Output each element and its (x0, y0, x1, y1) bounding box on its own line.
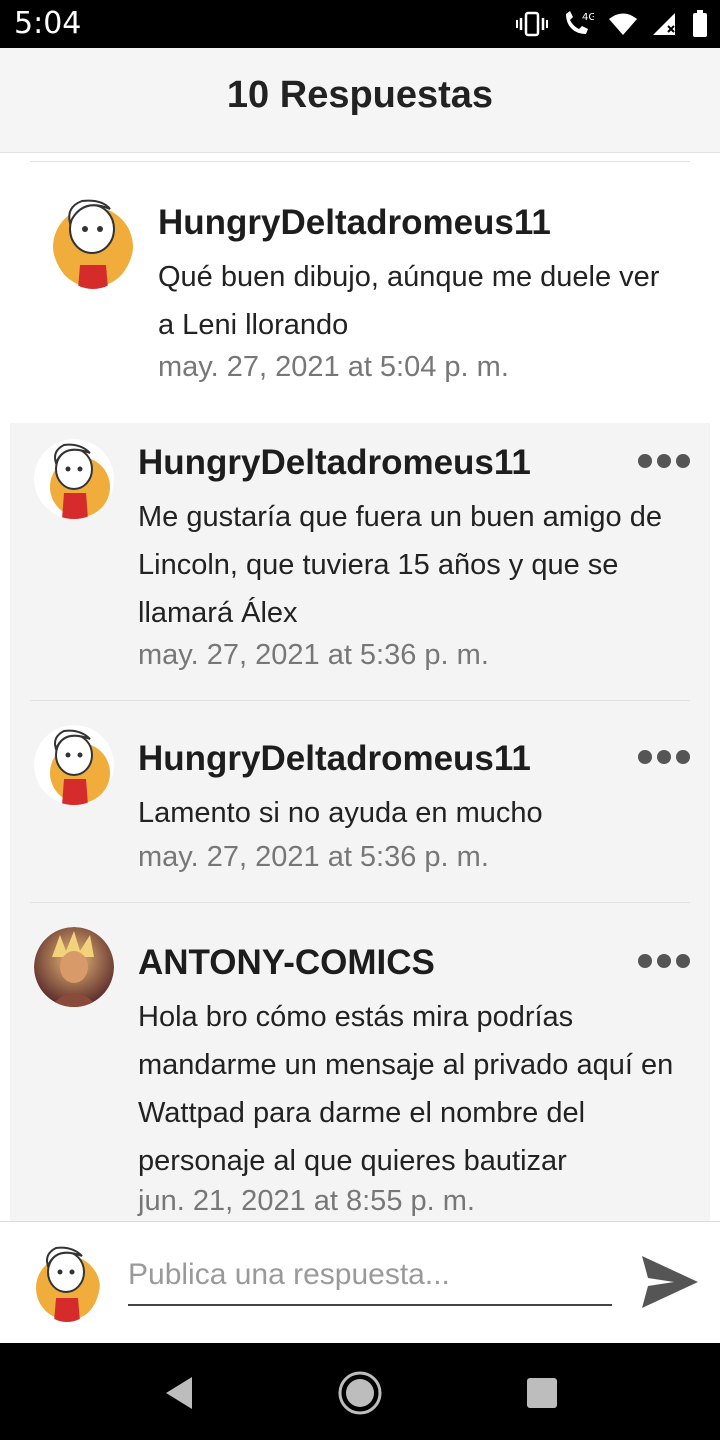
avatar[interactable] (52, 189, 134, 289)
cartoon-avatar-icon (36, 1246, 100, 1322)
network-type: 4G (582, 12, 594, 23)
more-options-button[interactable] (638, 451, 690, 471)
status-time: 5:04 (14, 6, 82, 41)
system-nav-bar (0, 1343, 720, 1440)
send-button[interactable] (640, 1254, 700, 1310)
more-options-button[interactable] (638, 951, 690, 971)
avatar[interactable] (34, 927, 114, 1007)
send-icon (642, 1256, 698, 1308)
vibrate-icon (516, 11, 548, 37)
wifi-icon (609, 13, 637, 35)
comment-text: Hola bro cómo estás mira podrías mandarm… (138, 1001, 674, 1177)
avatar[interactable] (34, 439, 114, 519)
username[interactable]: HungryDeltadromeus11 (138, 739, 531, 779)
cartoon-avatar-icon (34, 439, 114, 519)
username[interactable]: ANTONY-COMICS (138, 943, 435, 983)
page-title: 10 Respuestas (226, 74, 494, 116)
comment-timestamp: may. 27, 2021 at 5:36 p. m. (138, 639, 489, 671)
comment-timestamp: may. 27, 2021 at 5:36 p. m. (138, 841, 489, 873)
more-options-button[interactable] (638, 747, 690, 767)
recents-button[interactable] (520, 1371, 564, 1415)
reply-composer (0, 1221, 720, 1344)
username[interactable]: HungryDeltadromeus11 (138, 443, 531, 483)
comment-item: HungryDeltadromeus11 Qué buen dibujo, aú… (0, 153, 720, 413)
cartoon-avatar-icon (34, 725, 114, 805)
home-circle-icon (338, 1371, 382, 1415)
comment-text: Qué buen dibujo, aúnque me duele ver a L… (158, 261, 660, 341)
reply-item: ANTONY-COMICS Hola bro cómo estás mira p… (0, 903, 720, 1221)
reply-item: HungryDeltadromeus11 Lamento si no ayuda… (0, 701, 720, 901)
reply-input[interactable] (128, 1254, 612, 1306)
status-bar: 5:04 4G (0, 0, 720, 48)
signal-icon (653, 13, 675, 35)
battery-icon (693, 10, 707, 37)
username[interactable]: HungryDeltadromeus11 (158, 203, 551, 243)
replies-list[interactable]: HungryDeltadromeus11 Qué buen dibujo, aú… (0, 153, 720, 1221)
phone-call-icon: 4G (566, 11, 594, 34)
home-button[interactable] (336, 1369, 384, 1417)
back-button[interactable] (158, 1371, 202, 1415)
reply-item: HungryDeltadromeus11 Me gustaría que fue… (0, 423, 720, 699)
comment-timestamp: jun. 21, 2021 at 8:55 p. m. (138, 1185, 475, 1217)
avatar (34, 1242, 100, 1322)
status-icons: 4G (516, 10, 708, 38)
anime-avatar-icon (34, 927, 114, 1007)
comment-timestamp: may. 27, 2021 at 5:04 p. m. (158, 351, 509, 383)
cartoon-avatar-icon (53, 199, 133, 289)
recents-square-icon (527, 1378, 557, 1408)
back-triangle-icon (166, 1377, 192, 1409)
comment-text: Me gustaría que fuera un buen amigo de L… (138, 501, 662, 629)
avatar[interactable] (34, 725, 114, 805)
comment-text: Lamento si no ayuda en mucho (138, 797, 543, 829)
replies-header: 10 Respuestas (0, 48, 720, 153)
